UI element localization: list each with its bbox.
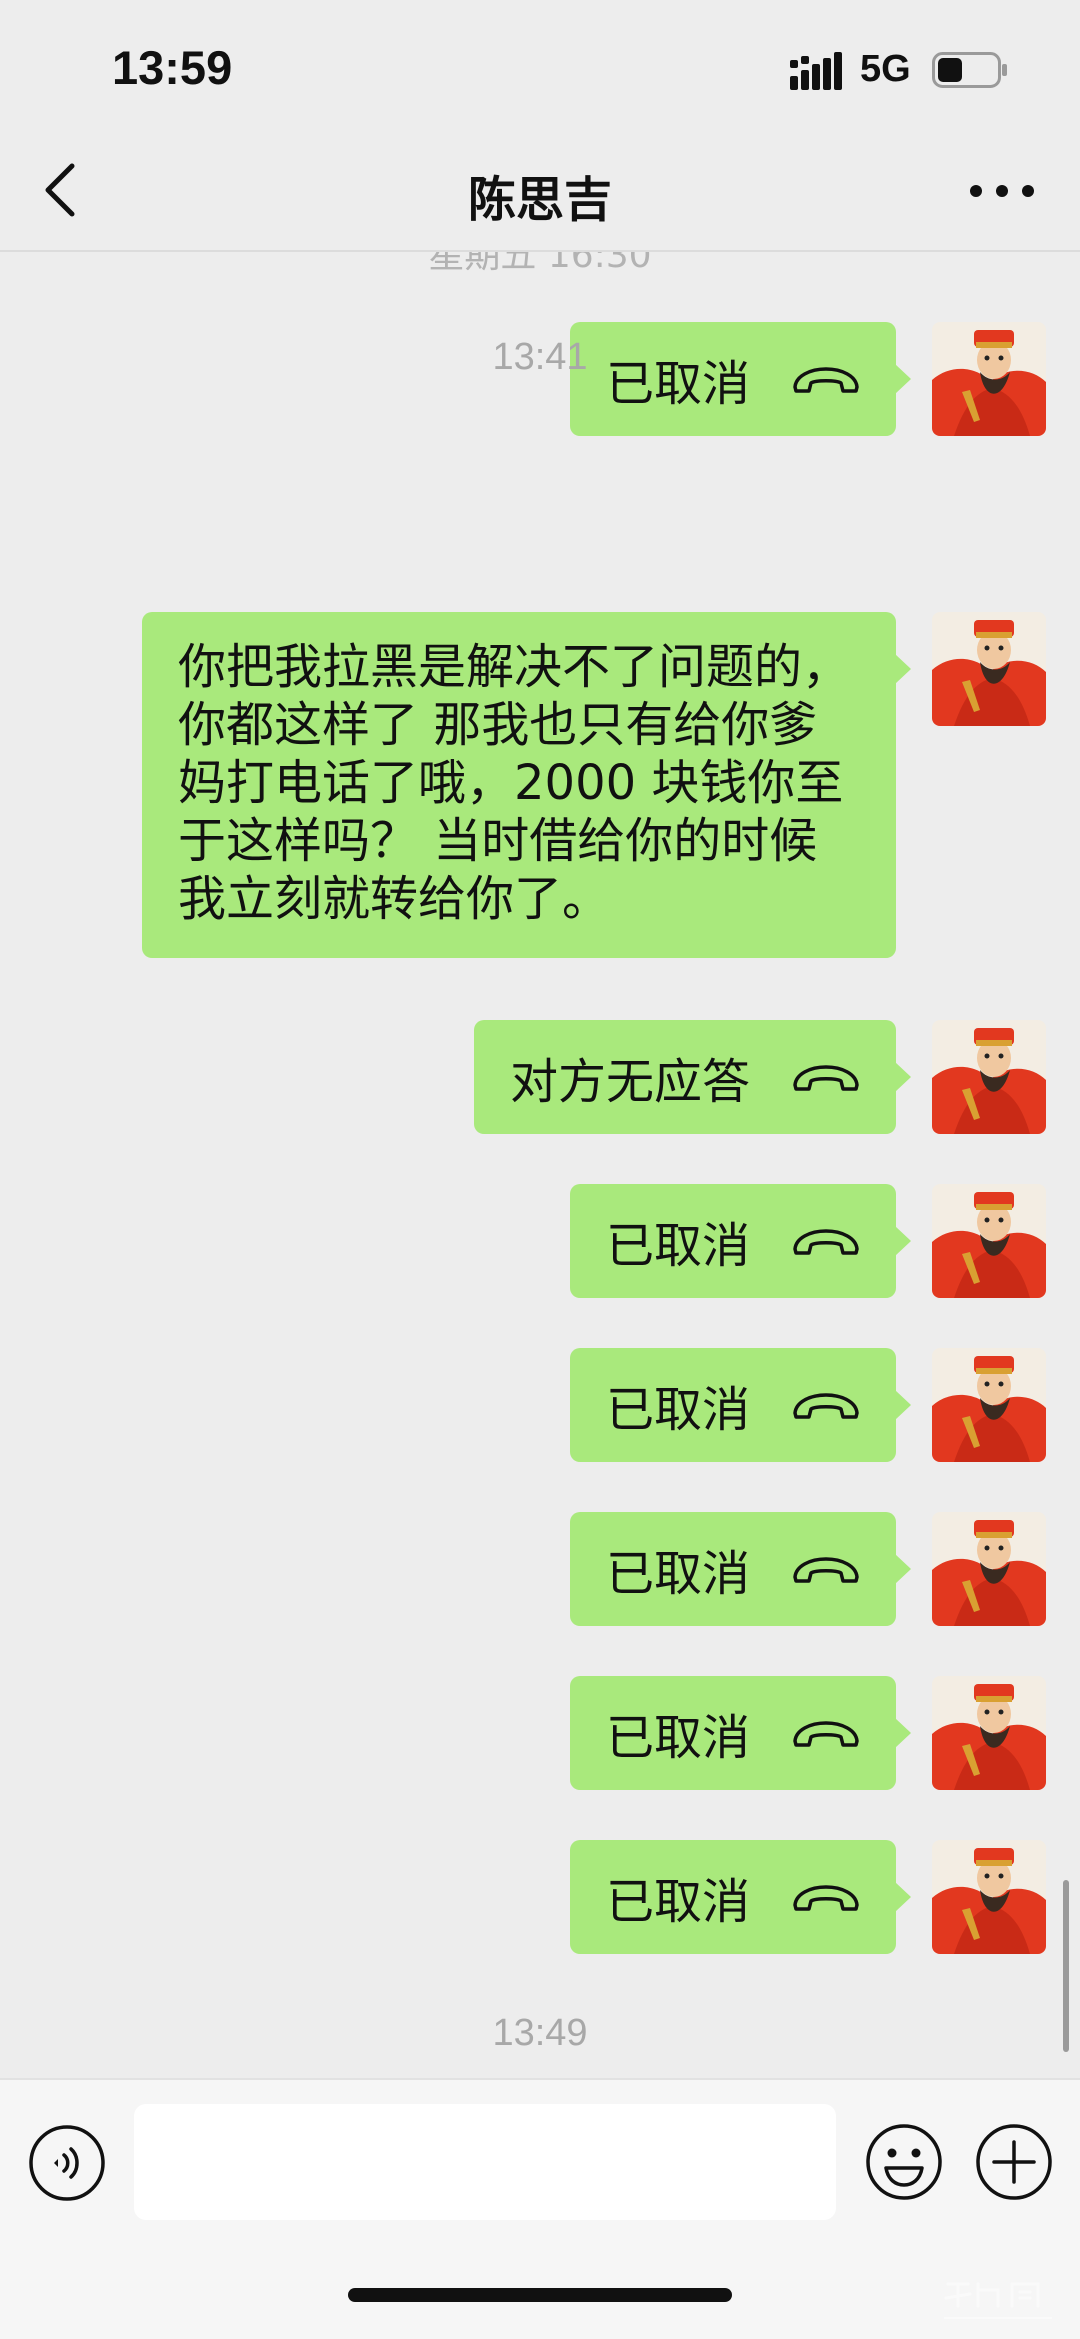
status-bar: 13:59 5G bbox=[0, 0, 1080, 130]
timestamp: 星期五 16:30 bbox=[428, 252, 652, 276]
avatar[interactable] bbox=[932, 1184, 1046, 1298]
message-text: 你把我拉黑是解决不了问题的，你都这样了 那我也只有给你爹妈打电话了哦，2000 … bbox=[178, 639, 851, 927]
home-indicator[interactable] bbox=[348, 2288, 732, 2302]
voice-icon[interactable] bbox=[28, 2124, 106, 2202]
phone-hangup-icon bbox=[793, 1721, 859, 1747]
emoji-icon[interactable] bbox=[864, 2122, 944, 2202]
battery-icon bbox=[932, 52, 1007, 88]
status-time: 13:59 bbox=[112, 41, 233, 94]
timestamp: 13:49 bbox=[492, 2012, 588, 2054]
avatar[interactable] bbox=[932, 1676, 1046, 1790]
signal-icon bbox=[790, 52, 842, 90]
call-status-text: 已取消 bbox=[605, 1382, 750, 1438]
call-status-text: 已取消 bbox=[605, 1546, 750, 1602]
avatar[interactable] bbox=[932, 1348, 1046, 1462]
phone-hangup-icon bbox=[793, 1229, 859, 1255]
text-message-bubble[interactable]: 你把我拉黑是解决不了问题的，你都这样了 那我也只有给你爹妈打电话了哦，2000 … bbox=[142, 612, 911, 958]
call-record-bubble[interactable]: 已取消 bbox=[569, 1512, 912, 1626]
call-record-bubble[interactable]: 已取消 bbox=[569, 1184, 912, 1298]
call-record-bubble[interactable]: 对方无应答 bbox=[473, 1020, 912, 1134]
call-status-text: 已取消 bbox=[605, 1874, 750, 1930]
more-dots-icon[interactable] bbox=[966, 166, 1038, 216]
avatar[interactable] bbox=[932, 1840, 1046, 1954]
plus-icon[interactable] bbox=[974, 2122, 1054, 2202]
timestamp: 13:41 bbox=[492, 336, 588, 378]
message-list[interactable]: 星期五 16:30 已取消 13:41 你把我拉黑是解决不了问题的，你都这样了 … bbox=[0, 252, 1080, 2078]
avatar[interactable] bbox=[932, 1512, 1046, 1626]
scrollbar[interactable] bbox=[1063, 1880, 1069, 2052]
message-input[interactable] bbox=[134, 2104, 836, 2220]
phone-hangup-icon bbox=[793, 1065, 859, 1091]
phone-hangup-icon bbox=[793, 1885, 859, 1911]
watermark-logo bbox=[944, 2282, 1052, 2319]
phone-hangup-icon bbox=[793, 1393, 859, 1419]
call-status-text: 对方无应答 bbox=[509, 1054, 750, 1110]
call-status-text: 已取消 bbox=[605, 1218, 750, 1274]
avatar[interactable] bbox=[932, 1020, 1046, 1134]
call-record-bubble[interactable]: 已取消 bbox=[569, 1348, 912, 1462]
call-status-text: 已取消 bbox=[605, 1710, 750, 1766]
call-record-bubble[interactable]: 已取消 bbox=[569, 1676, 912, 1790]
avatar[interactable] bbox=[932, 612, 1046, 726]
chat-title: 陈思吉 bbox=[467, 172, 612, 228]
chat-header: 陈思吉 bbox=[0, 130, 1080, 252]
call-record-bubble[interactable]: 已取消 bbox=[569, 1840, 912, 1954]
phone-hangup-icon bbox=[793, 1557, 859, 1583]
network-label: 5G bbox=[860, 48, 911, 90]
